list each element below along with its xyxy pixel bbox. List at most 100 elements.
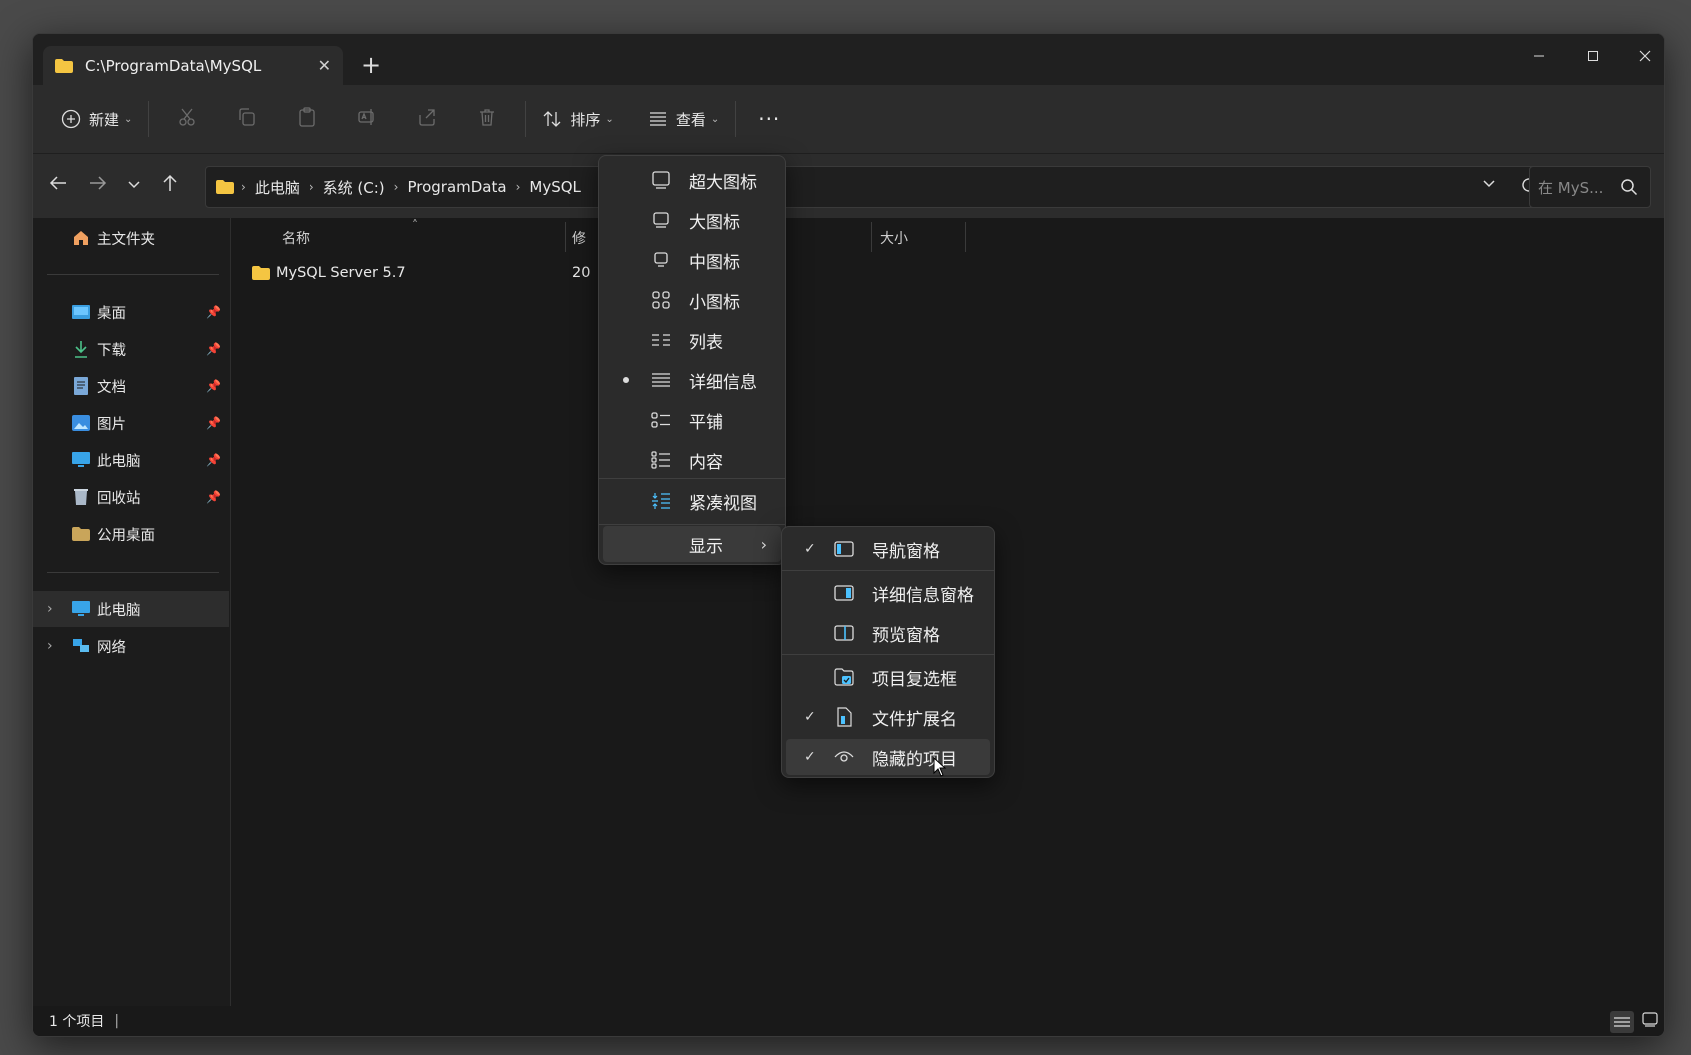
sidebar-item-pictures[interactable]: 图片 📌 [33,405,229,441]
search-box[interactable]: 在 MyS... [1529,166,1651,208]
tab-current[interactable]: C:\ProgramData\MySQL ✕ [43,46,343,85]
toolbar-divider [525,101,527,137]
recent-locations-button[interactable] [117,168,151,202]
back-button[interactable] [41,168,75,202]
tab-close-button[interactable]: ✕ [318,56,331,75]
sidebar-item-public-desktop[interactable]: 公用桌面 [33,516,229,552]
menu-item-preview-pane[interactable]: 预览窗格 [786,615,990,651]
menu-item-label: 大图标 [689,212,740,233]
command-bar: 新建 ⌄ 排序 ⌄ 查看 ⌄ ··· [33,85,1664,153]
menu-item-small-icons[interactable]: 小图标 [603,282,781,318]
menu-item-large-icons[interactable]: 大图标 [603,202,781,238]
chevron-right-icon: › [241,180,246,194]
add-circle-icon [61,109,81,129]
tiles-icon [651,410,671,430]
new-button[interactable]: 新建 ⌄ [53,99,140,139]
file-name: MySQL Server 5.7 [276,265,406,281]
breadcrumb-system-c[interactable]: 系统 (C:) [323,177,385,198]
menu-item-tiles[interactable]: 平铺 [603,402,781,438]
menu-item-medium-icons[interactable]: 中图标 [603,242,781,278]
share-button[interactable] [397,99,457,139]
menu-item-label: 平铺 [689,412,723,433]
column-header-name[interactable]: 名称 [282,228,310,248]
minimize-button[interactable] [1519,42,1559,72]
up-button[interactable] [153,168,187,202]
arrow-right-icon [89,175,107,195]
selected-bullet-icon [623,377,629,383]
this-pc-icon [71,600,91,618]
home-icon [71,229,91,247]
check-icon: ✓ [804,541,816,557]
arrow-left-icon [49,175,67,195]
chevron-down-icon [127,176,141,194]
breadcrumb-programdata[interactable]: ProgramData [407,178,506,196]
menu-item-label: 超大图标 [689,172,757,193]
sort-button[interactable]: 排序 ⌄ [534,99,621,139]
column-divider[interactable] [871,222,872,252]
address-dropdown-button[interactable] [1482,179,1496,189]
file-modified: 20 [572,265,591,281]
menu-item-content[interactable]: 内容 [603,442,781,478]
this-pc-icon [71,451,91,469]
menu-item-label: 显示 [689,536,723,557]
menu-item-details-pane[interactable]: 详细信息窗格 [786,575,990,611]
sidebar-item-network[interactable]: › 网络 [33,628,229,664]
menu-item-compact-view[interactable]: 紧凑视图 [603,483,781,519]
content-icon [651,450,671,470]
chevron-down-icon: ⌄ [710,113,720,125]
network-icon [71,637,91,655]
download-icon [71,340,91,358]
sidebar-item-label: 图片 [97,416,126,433]
new-tab-button[interactable]: + [361,50,381,80]
column-header-size[interactable]: 大小 [880,228,908,248]
cut-button[interactable] [157,99,217,139]
status-bar: 1 个项目 | [33,1006,1664,1036]
paste-button[interactable] [277,99,337,139]
view-button[interactable]: 查看 ⌄ [640,99,727,139]
forward-button[interactable] [81,168,115,202]
search-input[interactable]: 在 MyS... [1538,177,1603,198]
sidebar-item-desktop[interactable]: 桌面 📌 [33,294,229,330]
details-view-toggle[interactable] [1610,1011,1634,1033]
column-header-modified[interactable]: 修 [572,228,586,248]
menu-item-list[interactable]: 列表 [603,322,781,358]
recycle-bin-icon [71,488,91,506]
maximize-button[interactable] [1573,42,1613,72]
show-submenu: ✓ 导航窗格 详细信息窗格 预览窗格 项目复选框 ✓ 文件扩展名 ✓ 隐藏的项目 [781,526,995,778]
menu-item-hidden-items[interactable]: ✓ 隐藏的项目 [786,739,990,775]
sidebar-item-this-pc[interactable]: › 此电脑 [33,591,229,627]
menu-item-extra-large-icons[interactable]: 超大图标 [603,162,781,198]
column-divider[interactable] [565,222,566,252]
sidebar-item-documents[interactable]: 文档 📌 [33,368,229,404]
breadcrumb-this-pc[interactable]: 此电脑 [255,177,300,198]
sidebar-item-home[interactable]: 主文件夹 [33,220,229,256]
view-label: 查看 [675,110,706,129]
menu-item-navigation-pane[interactable]: ✓ 导航窗格 [786,531,990,567]
details-pane-icon [834,583,854,603]
medium-icons-icon [651,250,671,270]
menu-item-item-checkboxes[interactable]: 项目复选框 [786,659,990,695]
breadcrumb-mysql[interactable]: MySQL [529,178,581,196]
sidebar-item-recycle-bin[interactable]: 回收站 📌 [33,479,229,515]
large-icons-view-toggle[interactable] [1642,1012,1658,1028]
folder-icon [55,58,73,73]
pin-icon: 📌 [206,379,221,393]
more-options-button[interactable]: ··· [750,99,788,139]
sidebar-divider [47,572,219,573]
menu-item-show[interactable]: 显示 › [603,526,781,562]
sidebar-item-label: 回收站 [97,490,141,507]
sidebar-item-downloads[interactable]: 下载 📌 [33,331,229,367]
close-window-button[interactable] [1625,42,1664,72]
menu-item-file-extensions[interactable]: ✓ 文件扩展名 [786,699,990,735]
sidebar-item-label: 文档 [97,379,126,396]
menu-item-details[interactable]: 详细信息 [603,362,781,398]
pictures-icon [71,414,91,432]
copy-button[interactable] [217,99,277,139]
column-divider[interactable] [965,222,966,252]
rename-button[interactable] [337,99,397,139]
address-bar[interactable]: › 此电脑 › 系统 (C:) › ProgramData › MySQL [205,166,1547,208]
sidebar-item-this-pc-pinned[interactable]: 此电脑 📌 [33,442,229,478]
sidebar-item-label: 主文件夹 [97,231,155,248]
delete-button[interactable] [457,99,517,139]
menu-item-label: 项目复选框 [872,669,957,690]
